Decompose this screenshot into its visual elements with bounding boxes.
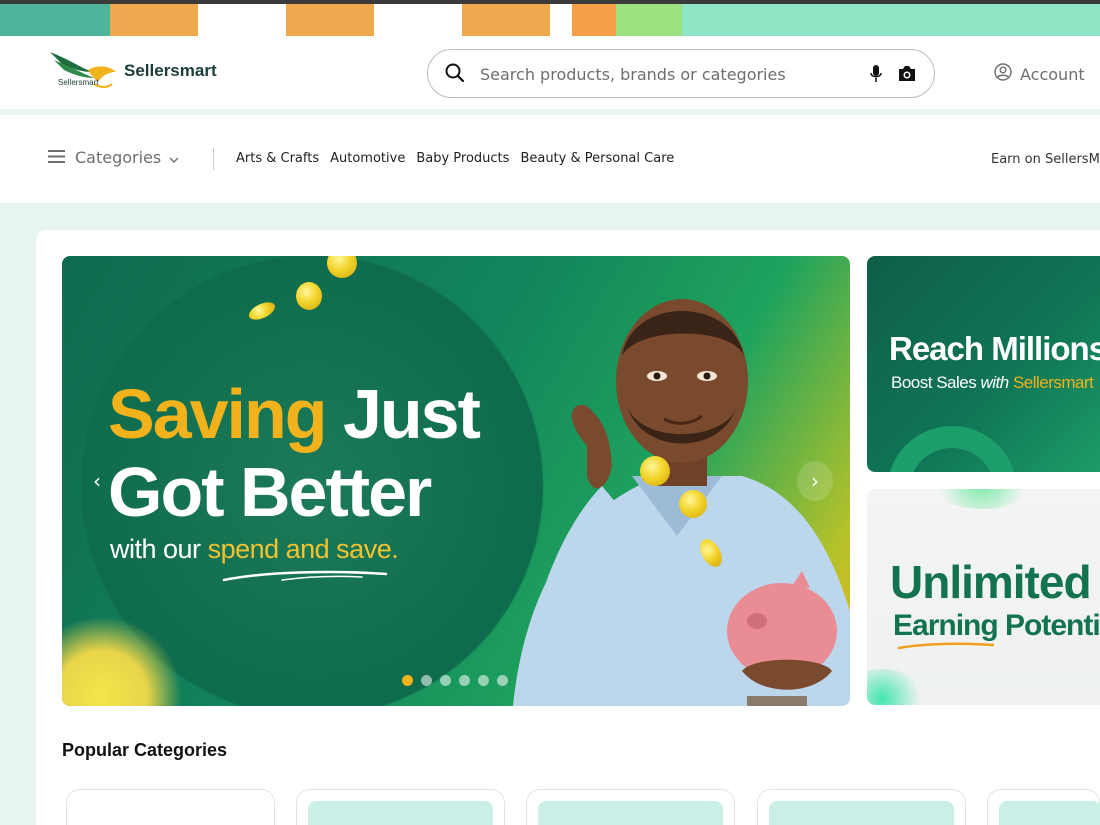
logo-mark-text: Sellersmart — [58, 78, 99, 87]
nav-link-baby-products[interactable]: Baby Products — [416, 151, 509, 166]
search-input[interactable] — [480, 60, 860, 88]
carousel-dot[interactable] — [440, 675, 451, 686]
account-label: Account — [1020, 64, 1085, 84]
side-banner-reach[interactable]: Reach Millions Boost Sales with Sellersm… — [867, 256, 1100, 472]
chevron-left-icon[interactable]: ‹ — [82, 461, 112, 501]
side-banner-sub-script: with — [980, 373, 1009, 392]
microphone-icon[interactable] — [870, 64, 882, 88]
hero-subtitle-highlight: spend and save. — [207, 534, 399, 564]
search-icon[interactable] — [445, 63, 465, 87]
carousel-dot[interactable] — [459, 675, 470, 686]
side-banner-subtitle: Earning Potenti — [893, 609, 1100, 642]
carousel-dots — [402, 675, 508, 686]
category-card[interactable] — [526, 789, 735, 825]
account-link[interactable]: Account — [994, 63, 1085, 85]
banner-swoosh — [897, 642, 995, 650]
side-banner-headline: Reach Millions — [889, 330, 1100, 367]
hero-subtitle-plain: with our — [110, 534, 201, 564]
hero-headline-rest: Just — [342, 375, 481, 453]
hero-headline-1: Saving Just — [108, 374, 481, 454]
popular-categories-title: Popular Categories — [62, 740, 228, 760]
category-card[interactable] — [757, 789, 966, 825]
side-banner-subtitle: Boost Sales with Sellersmart — [891, 373, 1094, 393]
categories-label: Categories — [75, 148, 162, 167]
coin-icon — [679, 490, 707, 518]
banner-arc — [887, 426, 1017, 472]
promo-strip — [0, 0, 1100, 36]
side-banner-sub-brand: Sellersmart — [1012, 373, 1094, 392]
hero-swoosh — [222, 570, 388, 582]
carousel-dot[interactable] — [478, 675, 489, 686]
hero-person-illustration — [513, 299, 850, 706]
coin-icon — [640, 456, 670, 486]
hero-carousel[interactable]: Saving Just Got Better with our spend an… — [62, 256, 850, 706]
site-logo[interactable]: Sellersmart Sellersmart — [48, 48, 217, 94]
hero-headline-highlight: Saving — [108, 375, 328, 453]
side-banner-earning[interactable]: Unlimited Earning Potenti — [867, 489, 1100, 705]
coin-icon — [327, 256, 357, 278]
hamburger-icon — [48, 148, 65, 167]
coin-icon — [246, 298, 278, 324]
category-nav: Categories Arts & Crafts Automotive Baby… — [0, 115, 1100, 203]
search-bar — [427, 49, 935, 98]
side-banner-sub-plain: Boost Sales — [891, 373, 977, 392]
earn-link[interactable]: Earn on SellersMa — [991, 152, 1100, 167]
side-banner-headline: Unlimited — [890, 556, 1092, 608]
nav-link-beauty-personal-care[interactable]: Beauty & Personal Care — [520, 151, 674, 166]
chevron-down-icon — [169, 148, 179, 167]
user-circle-icon — [994, 63, 1012, 85]
chevron-right-icon[interactable]: › — [797, 461, 833, 501]
nav-link-arts-crafts[interactable]: Arts & Crafts — [236, 151, 319, 166]
carousel-dot[interactable] — [497, 675, 508, 686]
camera-icon[interactable] — [897, 65, 917, 86]
brand-name: Sellersmart — [124, 61, 217, 80]
category-card[interactable] — [296, 789, 505, 825]
carousel-dot[interactable] — [402, 675, 413, 686]
hero-headline-2: Got Better — [108, 453, 432, 531]
category-links: Arts & Crafts Automotive Baby Products B… — [236, 151, 674, 166]
banner-glow — [867, 669, 927, 705]
site-header: Sellersmart Sellersmart Account — [0, 36, 1100, 112]
hero-subtitle: with our spend and save. — [110, 534, 399, 565]
nav-divider — [213, 148, 214, 170]
category-card[interactable] — [66, 789, 275, 825]
category-card[interactable] — [987, 789, 1100, 825]
categories-dropdown[interactable]: Categories — [48, 148, 179, 167]
carousel-dot[interactable] — [421, 675, 432, 686]
banner-glow — [927, 489, 1037, 509]
nav-link-automotive[interactable]: Automotive — [330, 151, 405, 166]
hero-glow — [62, 616, 182, 706]
logo-bird-icon: Sellersmart — [48, 48, 118, 94]
coin-icon — [296, 282, 322, 310]
